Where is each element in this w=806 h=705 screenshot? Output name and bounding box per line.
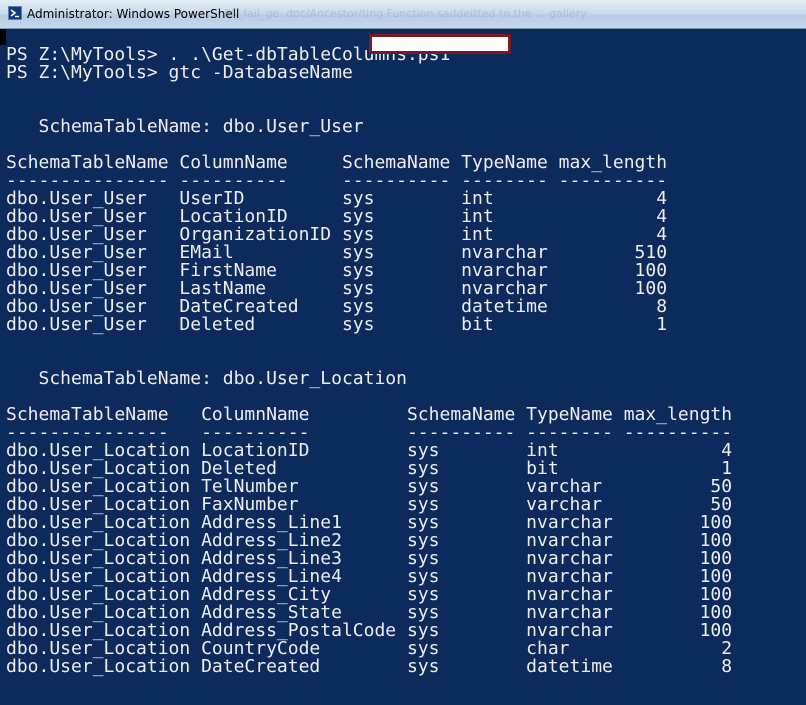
window-title: Administrator: Windows PowerShell [27,7,240,21]
powershell-window: Administrator: Windows PowerShell ... PS… [0,0,806,705]
table-row: dbo.User_Location DateCreated sys dateti… [6,656,733,677]
redacted-database-name [369,34,511,54]
window-title-ghost: ... PS_fail_ge. doc/Ancestor/ting Functi… [210,7,587,20]
table-row: dbo.User_User Deleted sys bit 1 [6,314,668,335]
group-header-user-location: SchemaTableName: dbo.User_Location [6,368,407,389]
powershell-icon [8,6,22,20]
group-header-user-user: SchemaTableName: dbo.User_User [6,116,364,137]
console-left-strip [0,29,6,45]
prompt-line-2: PS Z:\MyTools> gtc -DatabaseName [6,62,353,83]
title-bar[interactable]: Administrator: Windows PowerShell ... PS… [0,0,806,29]
console-output[interactable]: PS Z:\MyTools> . .\Get-dbTableColumns.ps… [0,29,806,705]
